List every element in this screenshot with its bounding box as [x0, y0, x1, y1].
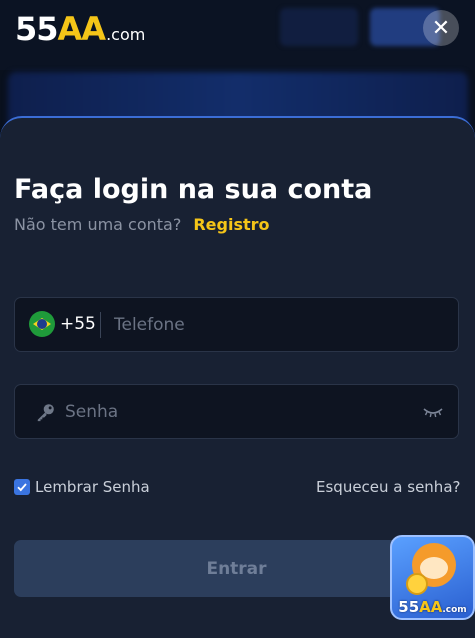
- phone-input[interactable]: [114, 315, 414, 335]
- coin-icon: [406, 573, 428, 595]
- brazil-flag-icon[interactable]: [29, 311, 55, 337]
- key-icon: [37, 404, 54, 422]
- password-field[interactable]: [14, 384, 459, 439]
- brand-logo-text: 55AA: [15, 10, 106, 48]
- country-code[interactable]: +55: [60, 314, 96, 334]
- brand-logo: 55AA .com: [15, 10, 145, 48]
- close-button[interactable]: ✕: [423, 10, 459, 46]
- register-prompt: Não tem uma conta? Registro: [14, 215, 270, 234]
- register-link[interactable]: Registro: [193, 215, 269, 234]
- remember-checkbox[interactable]: [14, 479, 30, 495]
- divider: [100, 312, 101, 338]
- forgot-password-link[interactable]: Esqueceu a senha?: [316, 478, 460, 496]
- close-icon: ✕: [431, 15, 451, 41]
- check-icon: [17, 483, 27, 492]
- password-input[interactable]: [65, 402, 365, 422]
- brand-logo-suffix: .com: [106, 25, 146, 44]
- remember-password[interactable]: Lembrar Senha: [14, 478, 150, 496]
- promo-logo: 55AA.com: [398, 598, 467, 616]
- remember-label[interactable]: Lembrar Senha: [35, 478, 150, 496]
- page-title: Faça login na sua conta: [14, 174, 373, 205]
- promo-floating-widget[interactable]: 55AA.com: [390, 535, 475, 620]
- no-account-text: Não tem uma conta?: [14, 215, 182, 234]
- phone-field[interactable]: +55: [14, 297, 459, 352]
- eye-closed-icon[interactable]: [423, 405, 443, 419]
